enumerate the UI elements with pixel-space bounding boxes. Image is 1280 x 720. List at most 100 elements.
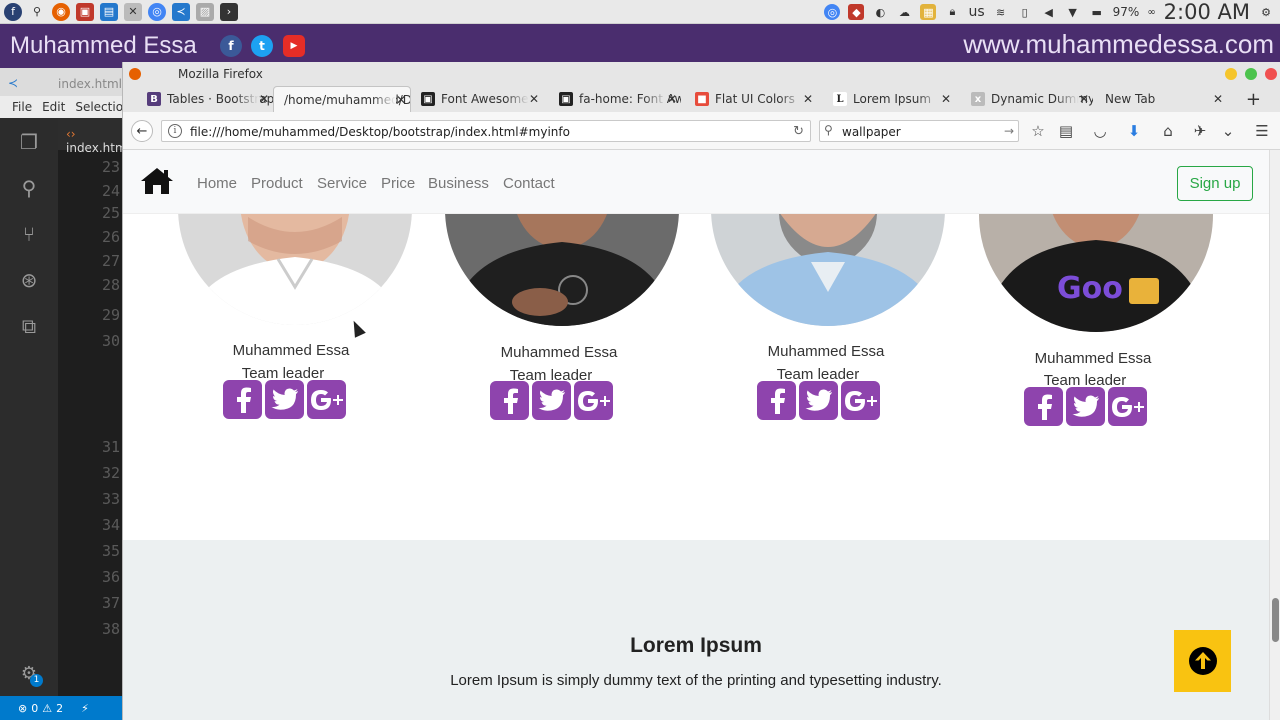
image-viewer-icon[interactable]: ▨ <box>196 2 214 21</box>
facebook-icon[interactable] <box>1024 387 1063 426</box>
firefox-window: Mozilla Firefox B Tables · Bootstrap ✕ /… <box>122 62 1280 720</box>
maximize-button[interactable] <box>1245 68 1257 80</box>
nav-home[interactable]: Home <box>197 175 237 192</box>
firefox-icon[interactable]: ◉ <box>52 2 70 21</box>
close-icon[interactable]: ✕ <box>259 92 269 106</box>
section-title: Lorem Ipsum <box>630 634 762 657</box>
package-icon[interactable]: ▦ <box>920 4 937 20</box>
extension-icon[interactable]: ✈ <box>1191 122 1209 140</box>
signup-button[interactable]: Sign up <box>1177 166 1253 201</box>
warning-icon[interactable]: ⚠ <box>42 702 52 715</box>
clipboard-icon[interactable]: ▯ <box>1017 4 1033 20</box>
home-icon[interactable] <box>139 166 175 196</box>
facebook-icon[interactable] <box>223 380 262 419</box>
cloud-icon[interactable]: ☁ <box>896 4 912 20</box>
google-plus-icon[interactable] <box>307 380 346 419</box>
back-button[interactable]: ← <box>131 120 153 142</box>
close-icon[interactable]: ✕ <box>941 92 951 106</box>
menu-file[interactable]: File <box>12 100 32 114</box>
vscode-icon[interactable]: ≺ <box>172 2 190 21</box>
terminal-icon[interactable]: › <box>220 2 238 21</box>
close-icon[interactable]: ✕ <box>529 92 539 106</box>
fedora-icon[interactable]: f <box>4 2 22 21</box>
tab-font-awesome[interactable]: ▣ Font Awesome ✕ <box>417 86 543 112</box>
google-plus-icon[interactable] <box>841 381 880 420</box>
app-tray-icon[interactable]: ◆ <box>848 4 865 20</box>
vscode-window: ≺ index.html File Edit Selection ❐ ⚲ ⑂ ⊛… <box>0 68 131 720</box>
minimize-button[interactable] <box>1225 68 1237 80</box>
facebook-icon[interactable] <box>757 381 796 420</box>
google-plus-icon[interactable] <box>1108 387 1147 426</box>
arrow-right-icon[interactable]: → <box>1004 124 1014 138</box>
battery-icon[interactable]: ▬ <box>1089 4 1105 20</box>
search-bar[interactable]: ⚲ wallpaper → <box>819 120 1019 142</box>
tab-bootstrap-tables[interactable]: B Tables · Bootstrap ✕ <box>143 86 273 112</box>
scrollbar-thumb[interactable] <box>1272 598 1279 642</box>
error-icon[interactable]: ⊗ <box>18 702 27 715</box>
reading-list-icon[interactable]: ▤ <box>1057 122 1075 140</box>
tab-fa-home[interactable]: ▣ fa-home: Font Awesome ✕ <box>555 86 681 112</box>
search-icon[interactable]: ⚲ <box>17 176 41 200</box>
facebook-icon[interactable] <box>490 381 529 420</box>
chrome-icon[interactable]: ◎ <box>148 2 166 21</box>
download-icon[interactable]: ⬇ <box>1125 122 1143 140</box>
nav-service[interactable]: Service <box>317 175 367 192</box>
lightning-icon[interactable]: ⚡ <box>81 702 89 715</box>
settings-icon[interactable]: ⚙ <box>1258 4 1274 20</box>
url-bar[interactable]: i file:///home/muhammed/Desktop/bootstra… <box>161 120 811 142</box>
reload-icon[interactable]: ↻ <box>793 124 804 139</box>
new-tab-button[interactable]: + <box>1246 89 1261 110</box>
google-plus-icon[interactable] <box>574 381 613 420</box>
tab-flat-ui-colors[interactable]: ■ Flat UI Colors ✕ <box>691 86 817 112</box>
extensions-icon[interactable]: ⧉ <box>17 314 41 338</box>
chevron-down-icon[interactable]: ⌄ <box>1219 122 1237 140</box>
debug-icon[interactable]: ⊛ <box>17 268 41 292</box>
keyboard-layout[interactable]: us <box>968 4 984 20</box>
nav-price[interactable]: Price <box>381 175 415 192</box>
chevron-down-icon[interactable]: ▼ <box>1065 4 1081 20</box>
tools-icon[interactable]: ✕ <box>124 2 142 21</box>
wifi-icon[interactable]: ≋ <box>993 4 1009 20</box>
clock[interactable]: 2:00 AM <box>1164 0 1250 24</box>
tab-lorem-ipsum[interactable]: L Lorem Ipsum ✕ <box>829 86 955 112</box>
tab-dynamic-dummy[interactable]: x Dynamic Dummy ✕ <box>967 86 1093 112</box>
chrome-tray-icon[interactable]: ◎ <box>824 4 841 20</box>
volume-icon[interactable]: ◀ <box>1041 4 1057 20</box>
editor-tab[interactable]: ‹› index.html <box>58 118 130 155</box>
menu-icon[interactable]: ☰ <box>1253 122 1271 140</box>
tab-new-tab[interactable]: New Tab ✕ <box>1099 86 1227 112</box>
close-icon[interactable]: ✕ <box>803 92 813 106</box>
source-control-icon[interactable]: ⑂ <box>17 222 41 246</box>
files-icon[interactable]: ▤ <box>100 2 118 21</box>
lock-icon[interactable]: 🔒︎ <box>944 4 960 20</box>
screen-recorder-icon[interactable]: ▣ <box>76 2 94 21</box>
twitter-icon[interactable] <box>799 381 838 420</box>
twitter-icon[interactable] <box>1066 387 1105 426</box>
search-icon[interactable]: ⚲ <box>28 3 46 21</box>
tab-local-file[interactable]: /home/muhammed/Desktop ✕ <box>273 86 411 112</box>
menu-edit[interactable]: Edit <box>42 100 65 114</box>
twitter-icon[interactable] <box>532 381 571 420</box>
url-text[interactable]: file:///home/muhammed/Desktop/bootstrap/… <box>190 125 570 139</box>
close-window-button[interactable] <box>1265 68 1277 80</box>
close-icon[interactable]: ✕ <box>1079 92 1089 106</box>
line-number: 34 <box>102 516 121 534</box>
close-icon[interactable]: ✕ <box>1213 92 1223 106</box>
bookmark-star-icon[interactable]: ☆ <box>1029 122 1047 140</box>
nav-product[interactable]: Product <box>251 175 303 192</box>
close-icon[interactable]: ✕ <box>667 92 677 106</box>
scroll-to-top-button[interactable] <box>1174 630 1231 692</box>
line-number: 29 <box>102 306 121 324</box>
info-icon[interactable]: i <box>168 124 182 138</box>
twitter-icon[interactable] <box>265 380 304 419</box>
nav-contact[interactable]: Contact <box>503 175 555 192</box>
line-number: 37 <box>102 594 121 612</box>
update-icon[interactable]: ◐ <box>872 4 888 20</box>
pocket-icon[interactable]: ◡ <box>1091 122 1109 140</box>
page-scrollbar[interactable] <box>1269 150 1280 720</box>
close-icon[interactable]: ✕ <box>396 93 406 107</box>
explorer-icon[interactable]: ❐ <box>17 130 41 154</box>
home-icon[interactable]: ⌂ <box>1159 122 1177 140</box>
search-input[interactable]: wallpaper <box>842 125 901 139</box>
nav-business[interactable]: Business <box>428 175 489 192</box>
